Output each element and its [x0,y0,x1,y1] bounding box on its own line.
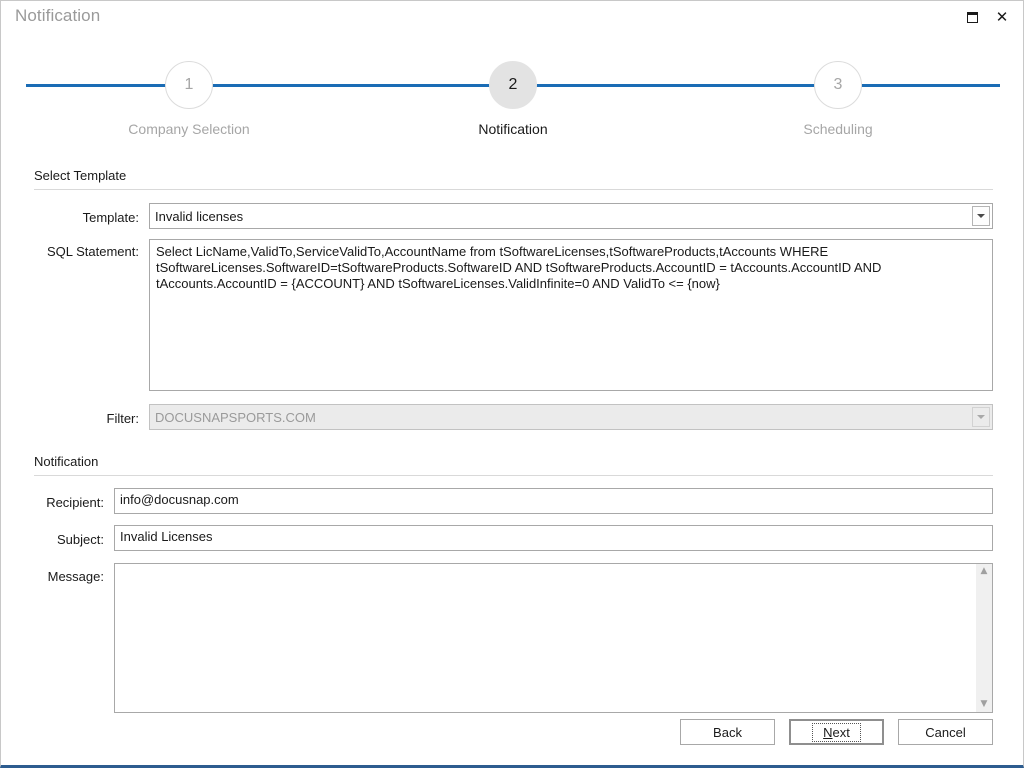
step-2-label: Notification [478,121,548,137]
back-button[interactable]: Back [680,719,775,745]
section-divider-notification [34,475,993,476]
message-textarea-wrapper[interactable]: ▲ ▼ [114,563,993,713]
message-vertical-scrollbar[interactable]: ▲ ▼ [975,564,992,712]
next-button[interactable]: Next [789,719,884,745]
step-1-number: 1 [184,76,194,93]
next-rest: ext [832,724,850,740]
title-bar: Notification ✕ [1,1,1023,34]
scroll-up-icon[interactable]: ▲ [981,567,988,576]
template-combobox[interactable]: Invalid licenses [149,203,993,229]
sql-statement-label: SQL Statement: [46,244,139,259]
step-2-number: 2 [508,76,518,93]
close-button[interactable]: ✕ [987,5,1017,29]
step-3-label: Scheduling [803,121,873,137]
step-3-circle: 3 [814,61,862,109]
step-3-number: 3 [833,76,843,93]
sql-statement-textarea[interactable]: Select LicName,ValidTo,ServiceValidTo,Ac… [149,239,993,391]
filter-combobox-dropdown-button[interactable] [972,407,990,427]
filter-combobox-value: DOCUSNAPSPORTS.COM [155,409,316,425]
scroll-down-icon[interactable]: ▼ [981,700,988,709]
close-icon: ✕ [995,7,1009,26]
subject-input[interactable]: Invalid Licenses [114,525,993,551]
template-combobox-dropdown-button[interactable] [972,206,990,226]
template-label: Template: [82,210,139,225]
restore-icon [966,11,978,23]
step-1-label: Company Selection [128,121,250,137]
filter-combobox[interactable]: DOCUSNAPSPORTS.COM [149,404,993,430]
chevron-down-icon [977,214,985,218]
message-textarea[interactable] [115,564,975,712]
back-button-label: Back [713,724,742,740]
step-2-circle: 2 [489,61,537,109]
recipient-input[interactable]: info@docusnap.com [114,488,993,514]
wizard-stepper: 1 Company Selection 2 Notification 3 Sch… [1,41,1024,151]
section-heading-notification: Notification [34,454,99,469]
wizard-step-scheduling[interactable]: 3 Scheduling [758,41,918,137]
section-divider-select-template [34,189,993,190]
cancel-button-label: Cancel [925,724,966,740]
section-heading-select-template: Select Template [34,168,127,183]
wizard-button-row: Back Next Cancel [680,719,993,745]
next-button-label: Next [812,722,861,742]
cancel-button[interactable]: Cancel [898,719,993,745]
message-label: Message: [47,569,104,584]
wizard-step-company-selection[interactable]: 1 Company Selection [109,41,269,137]
recipient-label: Recipient: [46,495,104,510]
wizard-form: Select Template Template: Invalid licens… [1,151,1023,765]
chevron-down-icon [977,415,985,419]
step-1-circle: 1 [165,61,213,109]
next-accelerator: N [823,724,833,740]
window-title: Notification [15,6,101,25]
filter-label: Filter: [106,411,140,426]
subject-label: Subject: [57,532,104,547]
wizard-step-notification[interactable]: 2 Notification [433,41,593,137]
restore-button[interactable] [957,5,987,29]
template-combobox-value: Invalid licenses [155,208,244,224]
window-controls: ✕ [957,5,1017,29]
notification-wizard-window: Notification ✕ 1 Company Selection 2 Not… [0,0,1024,768]
